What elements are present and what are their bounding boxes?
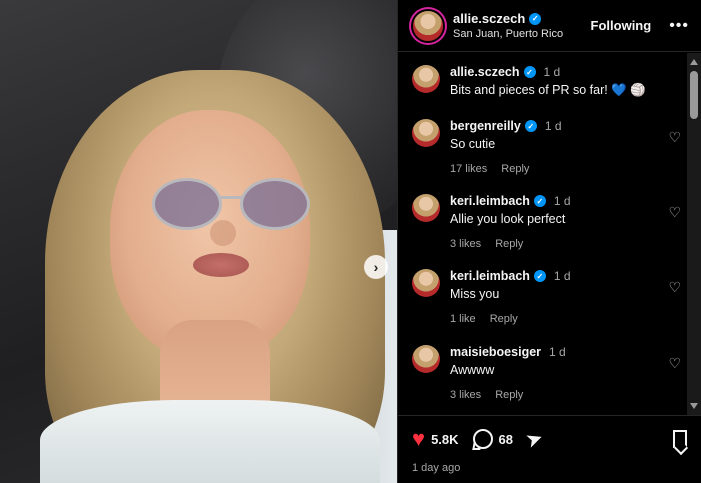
- comment-count: 68: [498, 431, 513, 447]
- photo-lips: [193, 253, 249, 277]
- heart-outline-icon[interactable]: ♡: [668, 355, 681, 372]
- next-image-button[interactable]: ›: [364, 255, 388, 279]
- bookmark-icon[interactable]: [673, 430, 687, 448]
- comment-text: Awwww: [450, 363, 495, 377]
- verified-badge-icon: ✓: [524, 120, 537, 132]
- post-footer: ♥ 5.8K 68 ➤ 1 day ago: [398, 415, 701, 483]
- scroll-down-icon[interactable]: [690, 403, 698, 409]
- heart-outline-icon[interactable]: ♡: [668, 129, 681, 146]
- comment-header: keri.leimbach ✓ 1 d: [450, 269, 689, 283]
- comment-body: bergenreilly ✓ 1 d So cutie 17 likes Rep…: [450, 119, 689, 175]
- comment-meta: 17 likes Reply: [450, 163, 689, 175]
- comment-body: keri.leimbach ✓ 1 d Miss you 1 like Repl…: [450, 269, 689, 325]
- reply-button[interactable]: Reply: [495, 238, 523, 250]
- following-button[interactable]: Following: [591, 18, 652, 33]
- comment-item: bergenreilly ✓ 1 d So cutie 17 likes Rep…: [412, 119, 689, 175]
- heart-outline-icon[interactable]: ♡: [668, 204, 681, 221]
- comment-text: So cutie: [450, 137, 496, 151]
- comments-list[interactable]: allie.sczech ✓ 1 d Bits and pieces of PR…: [398, 53, 701, 415]
- verified-badge-icon: ✓: [533, 270, 546, 282]
- share-action[interactable]: ➤: [524, 427, 545, 452]
- comment-likes[interactable]: 17 likes: [450, 163, 487, 175]
- comment-item: keri.leimbach ✓ 1 d Miss you 1 like Repl…: [412, 269, 689, 325]
- verified-badge-icon: ✓: [523, 66, 536, 78]
- caption: allie.sczech ✓ 1 d Bits and pieces of PR…: [412, 65, 689, 98]
- sunglasses-lens-left: [152, 178, 222, 230]
- post-photo: ›: [0, 0, 397, 483]
- comment-username[interactable]: keri.leimbach: [450, 194, 530, 208]
- reply-button[interactable]: Reply: [495, 389, 523, 401]
- post-details-panel: allie.sczech ✓ San Juan, Puerto Rico Fol…: [397, 0, 701, 483]
- like-action[interactable]: ♥ 5.8K: [412, 428, 459, 450]
- caption-avatar[interactable]: [412, 65, 440, 93]
- author-username[interactable]: allie.sczech: [453, 11, 525, 26]
- comment-time: 1 d: [549, 345, 566, 359]
- commenter-avatar[interactable]: [412, 269, 440, 297]
- comment-time: 1 d: [553, 269, 571, 283]
- like-count[interactable]: 5.8K: [431, 432, 458, 447]
- commenter-avatar[interactable]: [412, 119, 440, 147]
- comment-username[interactable]: maisieboesiger: [450, 345, 541, 359]
- author-avatar[interactable]: [413, 10, 443, 41]
- comment-icon[interactable]: [472, 429, 493, 449]
- post-location[interactable]: San Juan, Puerto Rico: [453, 28, 591, 40]
- verified-badge-icon: ✓: [529, 12, 542, 25]
- comment-header: keri.leimbach ✓ 1 d: [450, 194, 689, 208]
- reply-button[interactable]: Reply: [501, 163, 529, 175]
- comment-action[interactable]: 68: [472, 429, 513, 449]
- caption-time: 1 d: [543, 65, 561, 79]
- comment-username[interactable]: keri.leimbach: [450, 269, 530, 283]
- reply-button[interactable]: Reply: [490, 313, 518, 325]
- action-bar: ♥ 5.8K 68 ➤: [412, 427, 687, 452]
- scroll-up-icon[interactable]: [690, 59, 698, 65]
- comment-meta: 3 likes Reply: [450, 389, 689, 401]
- caption-username[interactable]: allie.sczech: [450, 65, 520, 79]
- scrollbar-thumb[interactable]: [690, 71, 698, 119]
- commenter-avatar[interactable]: [412, 194, 440, 222]
- sunglasses-bridge: [220, 196, 242, 199]
- comment-item: keri.leimbach ✓ 1 d Allie you look perfe…: [412, 194, 689, 250]
- comment-likes[interactable]: 3 likes: [450, 389, 481, 401]
- comment-username[interactable]: bergenreilly: [450, 119, 521, 133]
- share-icon[interactable]: ➤: [524, 427, 545, 452]
- comment-header: bergenreilly ✓ 1 d: [450, 119, 689, 133]
- caption-body: allie.sczech ✓ 1 d Bits and pieces of PR…: [450, 65, 689, 98]
- comment-text: Miss you: [450, 287, 500, 301]
- comment-meta: 3 likes Reply: [450, 238, 689, 250]
- comment-text: Allie you look perfect: [450, 212, 566, 226]
- photo-nose: [210, 220, 236, 246]
- more-horizontal-icon[interactable]: •••: [669, 17, 689, 34]
- author-name-row: allie.sczech ✓: [453, 11, 591, 26]
- heart-filled-icon[interactable]: ♥: [412, 428, 425, 450]
- commenter-avatar[interactable]: [412, 345, 440, 373]
- chevron-right-icon: ›: [373, 259, 379, 275]
- post-timestamp[interactable]: 1 day ago: [412, 462, 687, 474]
- comment-likes[interactable]: 3 likes: [450, 238, 481, 250]
- comment-likes[interactable]: 1 like: [450, 313, 476, 325]
- comments-scrollbar[interactable]: [687, 53, 701, 415]
- verified-badge-icon: ✓: [533, 195, 546, 207]
- caption-header: allie.sczech ✓ 1 d: [450, 65, 689, 79]
- comment-time: 1 d: [553, 194, 571, 208]
- comment-time: 1 d: [544, 119, 562, 133]
- comment-body: maisieboesiger 1 d Awwww 3 likes Reply: [450, 345, 689, 401]
- comment-item: maisieboesiger 1 d Awwww 3 likes Reply ♡: [412, 345, 689, 401]
- comment-header: maisieboesiger 1 d: [450, 345, 689, 359]
- comment-body: keri.leimbach ✓ 1 d Allie you look perfe…: [450, 194, 689, 250]
- author-info: allie.sczech ✓ San Juan, Puerto Rico: [453, 11, 591, 40]
- photo-top: [40, 400, 380, 483]
- comment-meta: 1 like Reply: [450, 313, 689, 325]
- post-header: allie.sczech ✓ San Juan, Puerto Rico Fol…: [398, 0, 701, 52]
- heart-outline-icon[interactable]: ♡: [668, 279, 681, 296]
- caption-text: Bits and pieces of PR so far! 💙 🏐: [450, 83, 646, 97]
- sunglasses-lens-right: [240, 178, 310, 230]
